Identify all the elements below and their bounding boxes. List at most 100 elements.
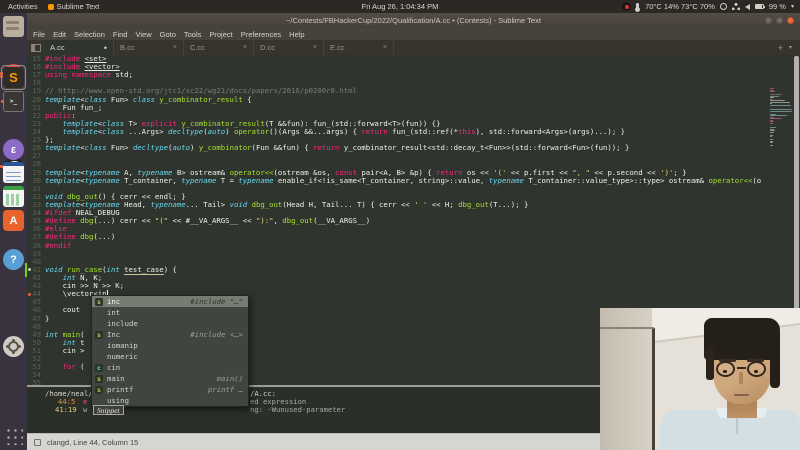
autocomplete-item-int[interactable]: int: [92, 307, 248, 318]
completion-label: main: [107, 374, 125, 383]
close-tab-icon[interactable]: ×: [173, 44, 177, 51]
tab-E.cc[interactable]: E.cc ×: [324, 40, 394, 55]
code-text: template<class Fun> decltype(auto) y_com…: [45, 143, 630, 153]
code-line: 35 #define dbg(...) cerr << "(" << #__VA_…: [27, 217, 768, 225]
desktop: Activities Sublime Text Fri Aug 26, 1:04…: [0, 0, 800, 450]
new-tab-button[interactable]: +: [778, 43, 783, 53]
completion-hint: #include <…>: [190, 330, 243, 339]
autocomplete-item-numeric[interactable]: numeric: [92, 351, 248, 362]
code-text: #endif: [45, 240, 72, 250]
menu-preferences[interactable]: Preferences: [241, 30, 281, 39]
menu-project[interactable]: Project: [209, 30, 232, 39]
autocomplete-item-inc[interactable]: s inc #include "…": [92, 296, 248, 307]
app-menu[interactable]: Sublime Text: [47, 2, 99, 11]
build-output-fragment: ng: -Wunused-parameter: [250, 405, 346, 414]
tab-overflow-icon[interactable]: ▾: [789, 44, 792, 51]
completion-label: iomanip: [107, 341, 138, 350]
completion-label: printf: [107, 385, 134, 394]
tab-D.cc[interactable]: D.cc ×: [254, 40, 324, 55]
window-title-bar[interactable]: ~/Contests/FBHackerCup/2022/Qualificatio…: [27, 13, 800, 28]
minimap-line: [770, 104, 791, 106]
lsp-status-icon: [34, 438, 41, 446]
tab-label: C.cc: [190, 43, 205, 52]
dock-item-anki[interactable]: A: [3, 210, 24, 231]
webcam-door-edge: [652, 328, 655, 450]
dock-item-tweaks[interactable]: [3, 336, 24, 357]
badge-placeholder: [95, 397, 103, 405]
activities-button[interactable]: Activities: [8, 2, 38, 11]
person-mouth: [734, 394, 749, 396]
dock-item-terminal[interactable]: >_: [1, 91, 24, 112]
code-line: 30 template<typename T_container, typenam…: [27, 176, 768, 185]
minimap-line: [770, 118, 783, 119]
minimap-line: [770, 91, 775, 92]
completion-label: numeric: [107, 352, 138, 361]
autocomplete-item-Inc[interactable]: s Inc #include <…>: [92, 329, 248, 340]
dock-item-calc[interactable]: [3, 186, 24, 207]
snippet-badge-icon: s: [95, 374, 103, 383]
autocomplete-item-iomanip[interactable]: iomanip: [92, 340, 248, 351]
dock-item-sublime[interactable]: S: [0, 67, 24, 88]
badge-placeholder: [95, 320, 103, 328]
code-text: for (: [62, 362, 85, 372]
tab-B.cc[interactable]: B.cc ×: [114, 40, 184, 55]
code-line: 26 template<class Fun> decltype(auto) y_c…: [27, 144, 768, 152]
window-title: ~/Contests/FBHackerCup/2022/Qualificatio…: [286, 16, 541, 25]
tab-A.cc[interactable]: A.cc •: [44, 40, 114, 55]
menu-goto[interactable]: Goto: [160, 30, 176, 39]
menu-help[interactable]: Help: [289, 30, 304, 39]
running-indicator-dot: [0, 75, 3, 78]
menu-edit[interactable]: Edit: [53, 30, 66, 39]
code-text: template<class ...Args> decltype(auto) o…: [62, 126, 626, 136]
tab-C.cc[interactable]: C.cc ×: [184, 40, 254, 55]
code-line: 38 #endif: [27, 240, 768, 250]
autocomplete-item-include[interactable]: include: [92, 318, 248, 329]
close-tab-icon[interactable]: ×: [313, 44, 317, 51]
code-line: 36 #else: [27, 225, 768, 233]
gear-icon: [719, 3, 727, 10]
code-text: using namespace std;: [45, 70, 133, 80]
minimap-line: [770, 139, 774, 140]
show-applications-button[interactable]: [4, 426, 23, 445]
dock-item-help[interactable]: ?: [3, 249, 24, 270]
code-text: }: [45, 313, 50, 323]
completion-label: cin: [107, 363, 121, 372]
person-eye: [723, 370, 727, 373]
menu-file[interactable]: File: [33, 30, 45, 39]
gutter-marker-dot: [28, 292, 31, 296]
menu-view[interactable]: View: [135, 30, 151, 39]
tab-bar: A.cc • B.cc × C.cc × D.cc × E.cc × + ▾: [27, 40, 800, 55]
minimize-button[interactable]: [765, 17, 772, 24]
menu-find[interactable]: Find: [113, 30, 128, 39]
sensor-readout: 70°C 14% 73°C 70%: [645, 2, 715, 11]
menu-tools[interactable]: Tools: [184, 30, 202, 39]
system-tray[interactable]: 70°C 14% 73°C 70% 99 % ▾: [622, 0, 794, 13]
dock-item-writer[interactable]: [3, 162, 24, 183]
autocomplete-item-cin[interactable]: c cin: [92, 362, 248, 373]
close-tab-icon[interactable]: ×: [243, 44, 247, 51]
sidebar-toggle-icon[interactable]: [27, 40, 44, 55]
code-text: cin >: [45, 345, 85, 355]
minimap-line: [770, 136, 773, 137]
completion-hint: main(): [216, 374, 243, 383]
build-output-fragment: w: [83, 405, 88, 414]
completion-label: int: [107, 308, 121, 317]
autocomplete-item-main[interactable]: s main main(): [92, 373, 248, 384]
minimap-line: [770, 127, 777, 128]
autocomplete-item-printf[interactable]: s printf printf …: [92, 384, 248, 395]
minimap-line: [770, 109, 792, 110]
close-button[interactable]: [787, 17, 794, 24]
menu-selection[interactable]: Selection: [74, 30, 105, 39]
dock-item-emacs[interactable]: ε: [3, 139, 24, 160]
minimap-line: [770, 94, 782, 95]
code-line: 20 template<class Fun> class y_combinator…: [27, 95, 768, 104]
code-line: 21 Fun fun_;: [27, 103, 768, 112]
dock-item-files[interactable]: [3, 16, 24, 37]
close-tab-icon[interactable]: ×: [383, 44, 387, 51]
maximize-button[interactable]: [776, 17, 783, 24]
tab-label: D.cc: [260, 43, 275, 52]
completion-hint: #include "…": [190, 297, 243, 306]
minimap-line: [770, 101, 791, 103]
minimap-line: [770, 142, 774, 143]
completion-label: include: [107, 319, 138, 328]
